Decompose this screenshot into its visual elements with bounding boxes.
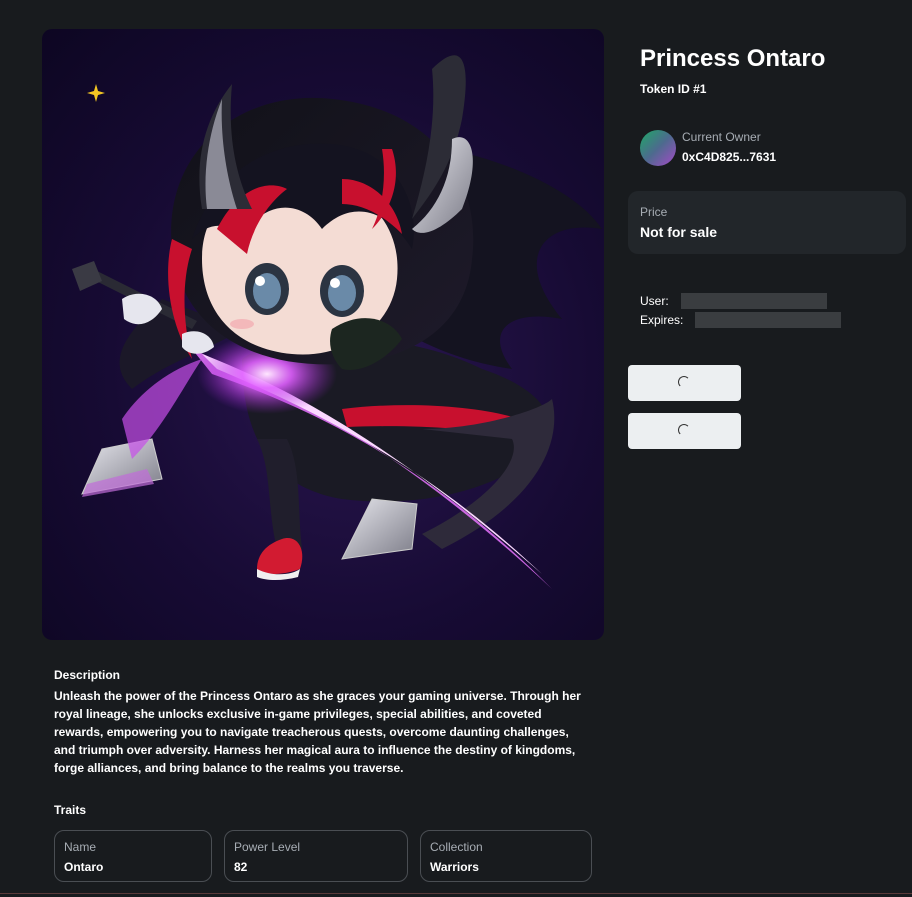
price-label: Price [640, 205, 668, 219]
price-card: Price Not for sale [628, 191, 906, 254]
artwork-illustration [72, 55, 602, 589]
owner-address[interactable]: 0xC4D825...7631 [682, 150, 776, 164]
rental-user-label: User: [640, 294, 669, 308]
sparkle-icon [87, 84, 105, 102]
rental-expires-label: Expires: [640, 313, 684, 327]
owner-avatar[interactable] [640, 130, 676, 166]
rental-user-placeholder [681, 293, 827, 309]
trait-label: Collection [430, 840, 483, 854]
trait-card-power-level: Power Level 82 [224, 830, 408, 882]
loading-spinner-icon [678, 424, 690, 436]
trait-label: Power Level [234, 840, 301, 854]
action-button-primary[interactable] [628, 365, 741, 401]
trait-card-name: Name Ontaro [54, 830, 212, 882]
loading-spinner-icon [678, 376, 690, 388]
token-id: Token ID #1 [640, 82, 707, 96]
owner-label: Current Owner [682, 130, 761, 144]
nft-detail-page: Princess Ontaro Token ID #1 Current Owne… [0, 0, 912, 897]
action-button-secondary[interactable] [628, 413, 741, 449]
traits-heading: Traits [54, 803, 87, 817]
bottom-divider [0, 893, 912, 894]
description-text: Unleash the power of the Princess Ontaro… [54, 689, 581, 775]
rental-expires-placeholder [695, 312, 841, 328]
nft-artwork[interactable] [42, 29, 604, 640]
trait-value: 82 [234, 860, 248, 874]
trait-card-collection: Collection Warriors [420, 830, 592, 882]
nft-title: Princess Ontaro [640, 45, 826, 72]
trait-label: Name [64, 840, 97, 854]
trait-value: Ontaro [64, 860, 104, 874]
trait-value: Warriors [430, 860, 479, 874]
description-heading: Description [54, 668, 121, 682]
price-value: Not for sale [640, 224, 718, 240]
